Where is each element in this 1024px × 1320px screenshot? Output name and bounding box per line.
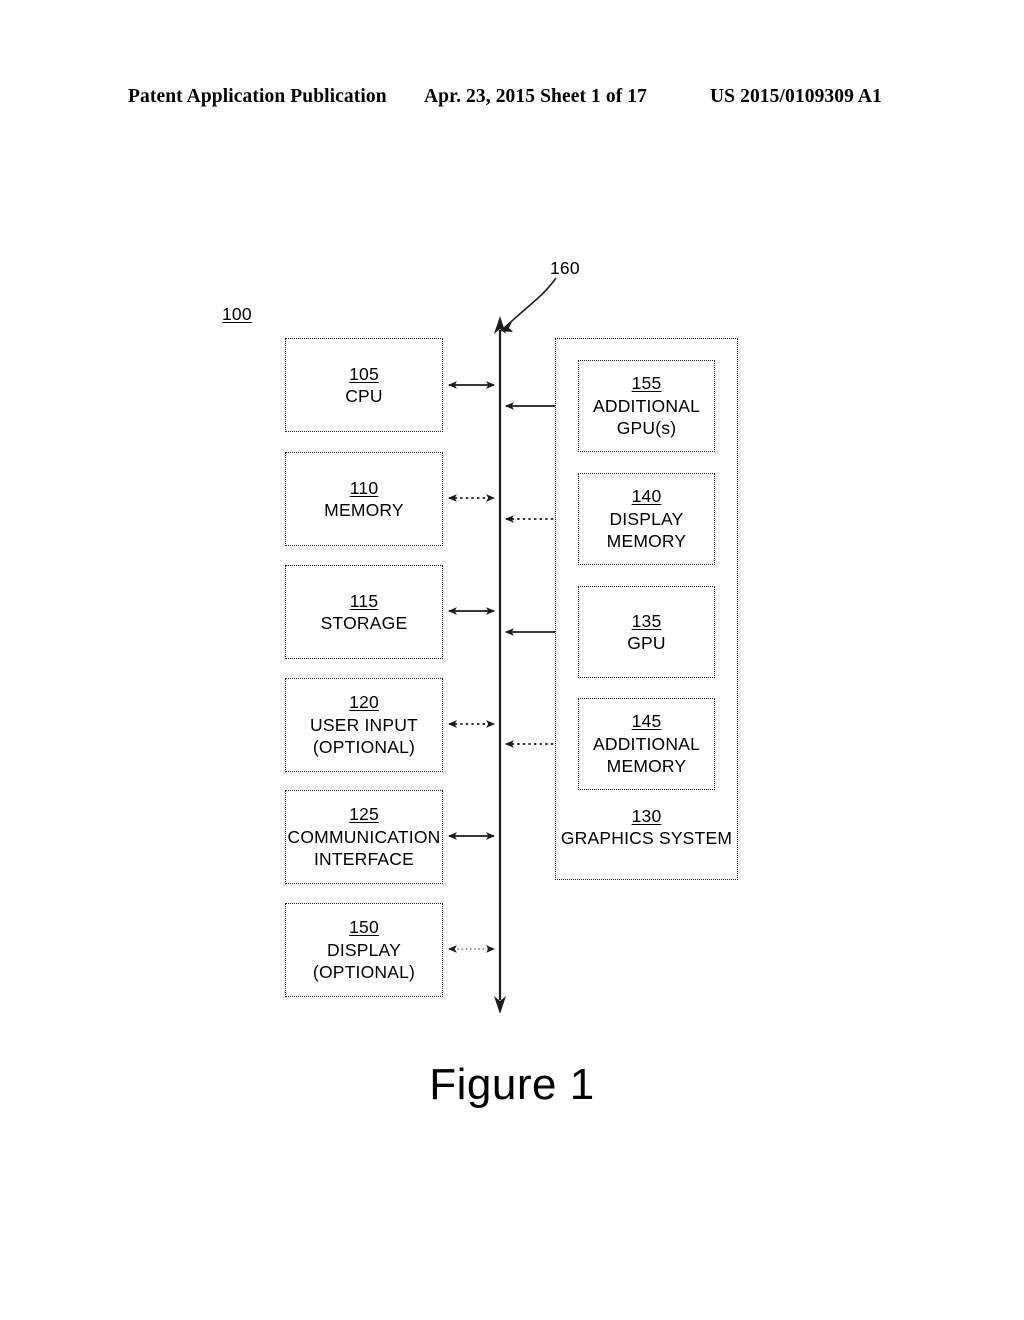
bus-reference-160: 160 — [550, 258, 580, 278]
block-communication-interface-ref: 125 — [349, 804, 379, 825]
block-user-input-label: USER INPUT (OPTIONAL) — [310, 714, 418, 758]
block-memory-ref: 110 — [349, 477, 379, 498]
block-gpu: 135 GPU — [578, 586, 715, 678]
block-cpu-label: CPU — [345, 386, 383, 406]
block-memory: 110 MEMORY — [285, 452, 443, 546]
block-cpu-ref: 105 — [349, 363, 379, 384]
block-memory-label: MEMORY — [324, 500, 404, 520]
diagram-connectors — [448, 277, 574, 1014]
figure-caption: Figure 1 — [429, 1060, 595, 1109]
block-additional-gpus: 155 ADDITIONAL GPU(s) — [578, 360, 715, 452]
block-display-memory: 140 DISPLAY MEMORY — [578, 473, 715, 565]
block-user-input: 120 USER INPUT (OPTIONAL) — [285, 678, 443, 772]
block-gpu-ref: 135 — [631, 610, 662, 631]
block-additional-gpus-ref: 155 — [631, 373, 662, 394]
block-additional-memory-ref: 145 — [631, 711, 662, 732]
block-display: 150 DISPLAY (OPTIONAL) — [285, 903, 443, 997]
group-graphics-system-label: GRAPHICS SYSTEM — [560, 828, 733, 849]
block-display-ref: 150 — [349, 917, 379, 938]
block-display-label: DISPLAY (OPTIONAL) — [312, 939, 416, 983]
block-storage: 115 STORAGE — [285, 565, 443, 659]
block-cpu: 105 CPU — [285, 338, 443, 432]
block-display-memory-label: DISPLAY MEMORY — [606, 508, 687, 552]
block-additional-gpus-label: ADDITIONAL GPU(s) — [592, 395, 701, 439]
block-communication-interface: 125 COMMUNICATION INTERFACE — [285, 790, 443, 884]
group-graphics-system-ref: 130 — [631, 806, 662, 826]
block-additional-memory: 145 ADDITIONAL MEMORY — [578, 698, 715, 790]
block-additional-memory-label: ADDITIONAL MEMORY — [592, 733, 701, 777]
block-user-input-ref: 120 — [349, 692, 379, 713]
block-gpu-label: GPU — [627, 633, 666, 653]
figure-1-diagram: 100 160 105 CPU 110 MEMORY 115 STORAGE 1… — [0, 0, 1024, 1320]
block-communication-interface-label: COMMUNICATION INTERFACE — [287, 826, 441, 870]
block-display-memory-ref: 140 — [631, 486, 662, 507]
block-storage-ref: 115 — [349, 590, 379, 611]
block-storage-label: STORAGE — [320, 613, 408, 633]
group-graphics-system-caption: 130 GRAPHICS SYSTEM — [555, 805, 738, 850]
system-reference-100: 100 — [222, 304, 252, 324]
